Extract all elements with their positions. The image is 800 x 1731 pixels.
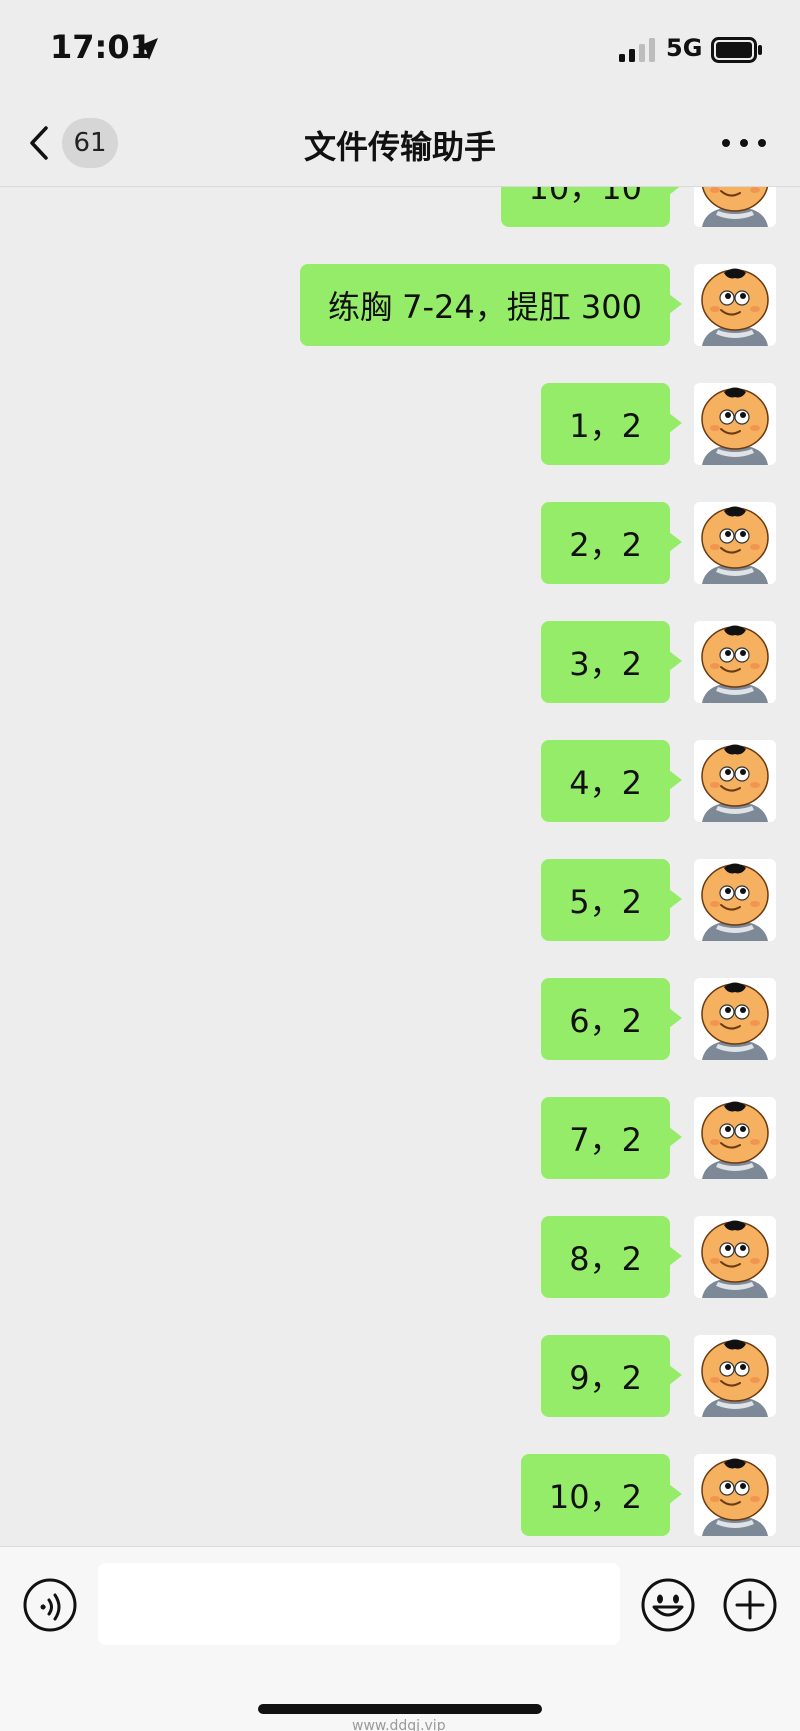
message-row: 9，2 <box>541 1335 776 1417</box>
avatar[interactable] <box>694 383 776 465</box>
message-bubble[interactable]: 3，2 <box>541 621 682 703</box>
message-row: 10，2 <box>520 1454 776 1536</box>
signal-bars-icon <box>619 38 655 62</box>
message-row: 1，2 <box>541 383 776 465</box>
message-row: 3，2 <box>541 621 776 703</box>
avatar[interactable] <box>694 1097 776 1179</box>
avatar[interactable] <box>694 859 776 941</box>
message-row: 2，2 <box>541 502 776 584</box>
unread-count-badge: 61 <box>62 118 118 168</box>
message-row: 4，2 <box>541 740 776 822</box>
message-bubble[interactable]: 10，2 <box>520 1454 683 1536</box>
avatar[interactable] <box>694 502 776 584</box>
voice-icon[interactable] <box>22 1577 78 1633</box>
message-bubble[interactable]: 6，2 <box>541 978 682 1060</box>
location-arrow-icon <box>136 38 158 60</box>
message-list[interactable]: 10，10 练胸 7-24，提肛 300 1，2 2，2 3，2 4，2 5，2… <box>0 187 800 1545</box>
avatar[interactable] <box>694 740 776 822</box>
watermark-text: www.ddqj.vip <box>352 1718 446 1731</box>
message-input[interactable] <box>98 1563 620 1645</box>
avatar[interactable] <box>694 621 776 703</box>
message-row: 练胸 7-24，提肛 300 <box>299 264 776 346</box>
status-bar: 17:01 5G <box>0 0 800 100</box>
ellipsis-icon <box>740 139 748 147</box>
chat-screen: 17:01 5G 61 文件传输助手 10，10 练胸 7-24，提肛 300 … <box>0 0 800 1731</box>
message-bubble[interactable]: 7，2 <box>541 1097 682 1179</box>
message-bubble[interactable]: 5，2 <box>541 859 682 941</box>
page-title: 文件传输助手 <box>303 128 496 166</box>
network-label: 5G <box>666 34 703 62</box>
message-row: 10，10 <box>500 187 776 227</box>
avatar[interactable] <box>694 264 776 346</box>
more-button[interactable] <box>722 128 766 158</box>
message-row: 6，2 <box>541 978 776 1060</box>
message-bubble[interactable]: 2，2 <box>541 502 682 584</box>
message-bubble[interactable]: 练胸 7-24，提肛 300 <box>299 264 683 346</box>
home-indicator <box>258 1704 542 1714</box>
plus-icon[interactable] <box>722 1577 778 1633</box>
message-bubble[interactable]: 4，2 <box>541 740 682 822</box>
message-bubble[interactable]: 8，2 <box>541 1216 682 1298</box>
message-row: 5，2 <box>541 859 776 941</box>
avatar[interactable] <box>694 187 776 227</box>
message-bubble[interactable]: 10，10 <box>500 187 683 227</box>
avatar[interactable] <box>694 1216 776 1298</box>
nav-bar: 61 文件传输助手 <box>0 100 800 187</box>
ellipsis-icon <box>722 139 730 147</box>
ellipsis-icon <box>758 139 766 147</box>
message-row: 7，2 <box>541 1097 776 1179</box>
battery-icon <box>711 37 762 63</box>
back-button[interactable]: 61 <box>28 118 140 168</box>
input-bar <box>0 1546 800 1731</box>
avatar[interactable] <box>694 1454 776 1536</box>
avatar[interactable] <box>694 978 776 1060</box>
emoji-icon[interactable] <box>640 1577 696 1633</box>
avatar[interactable] <box>694 1335 776 1417</box>
message-row: 8，2 <box>541 1216 776 1298</box>
message-bubble[interactable]: 9，2 <box>541 1335 682 1417</box>
chevron-left-icon <box>30 126 48 160</box>
message-bubble[interactable]: 1，2 <box>541 383 682 465</box>
